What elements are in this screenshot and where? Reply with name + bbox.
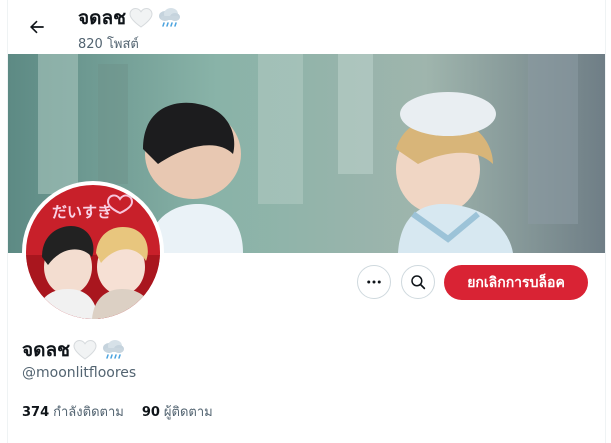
followers-count: 90 (141, 405, 160, 420)
back-button[interactable] (20, 10, 54, 44)
followers-link[interactable]: 90 ผู้ติดตาม (142, 401, 213, 422)
profile-display-name: จดลช (22, 339, 71, 361)
search-posts-button[interactable] (401, 265, 435, 299)
white-heart-icon (128, 6, 154, 30)
followers-label: ผู้ติดตาม (163, 405, 213, 420)
profile-name-row: จดลช (22, 336, 126, 364)
rain-cloud-icon (100, 338, 126, 362)
search-icon (411, 275, 426, 290)
left-rail (0, 0, 8, 443)
arrow-left-icon (30, 20, 44, 34)
right-rail (605, 0, 611, 443)
more-horizontal-icon (367, 280, 381, 284)
following-label: กำลังติดตาม (53, 405, 124, 420)
white-heart-icon (72, 338, 98, 362)
avatar[interactable]: だいすき (22, 181, 164, 323)
profile-page: จดลช 820 โพสต์ だいすき ยกเลิกการบล็อค จดลช … (0, 0, 611, 443)
profile-header: จดลช 820 โพสต์ (8, 0, 605, 54)
avatar-text: だいすき (52, 203, 112, 221)
following-link[interactable]: 374 กำลังติดตาม (22, 401, 124, 422)
more-button[interactable] (357, 265, 391, 299)
header-display-name: จดลช (78, 7, 127, 29)
avatar-image: だいすき (26, 185, 160, 319)
profile-handle: @moonlitfloores (22, 365, 137, 381)
rain-cloud-icon (156, 6, 182, 30)
follow-stats: 374 กำลังติดตาม 90 ผู้ติดตาม (22, 401, 213, 422)
following-count: 374 (22, 405, 50, 420)
header-title: จดลช (78, 4, 182, 32)
unblock-button[interactable]: ยกเลิกการบล็อค (444, 265, 588, 300)
post-count: 820 โพสต์ (78, 37, 139, 52)
